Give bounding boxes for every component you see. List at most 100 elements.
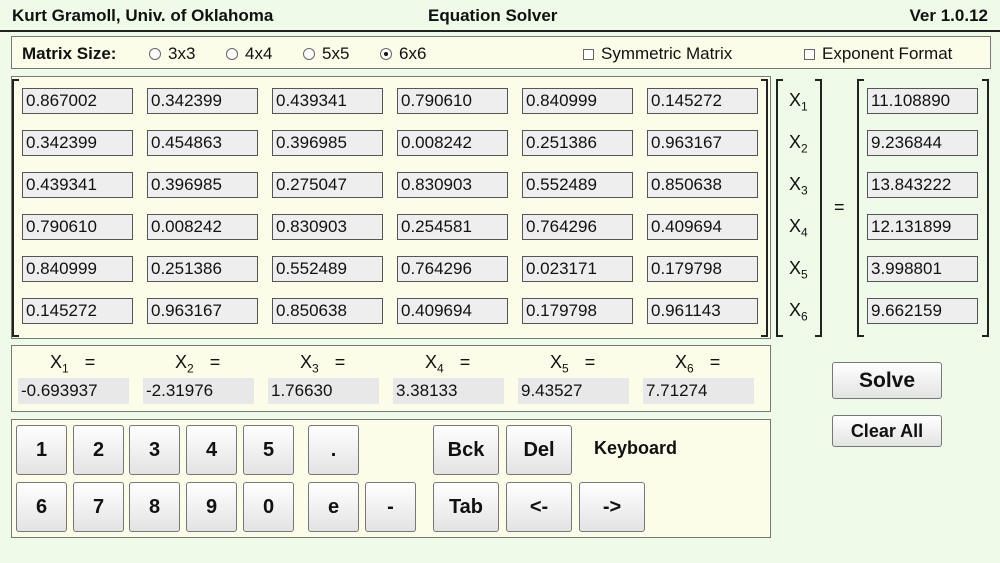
delete-key[interactable]: Del bbox=[506, 425, 572, 475]
matrix-cell[interactable]: 0.251386 bbox=[147, 256, 258, 282]
matrix-cell[interactable]: 0.790610 bbox=[397, 88, 508, 114]
matrix-cell[interactable]: 0.396985 bbox=[272, 130, 383, 156]
matrix-cell[interactable]: 0.850638 bbox=[647, 172, 758, 198]
key-5[interactable]: 5 bbox=[243, 425, 294, 475]
checkbox-icon[interactable] bbox=[804, 48, 815, 60]
variable-symbol: X bbox=[425, 352, 438, 372]
solution-label: X1 = bbox=[50, 352, 95, 376]
key-1[interactable]: 1 bbox=[16, 425, 67, 475]
matrix-cell[interactable]: 0.439341 bbox=[272, 88, 383, 114]
matrix-cell[interactable]: 0.439341 bbox=[22, 172, 133, 198]
matrix-cell[interactable]: 0.552489 bbox=[272, 256, 383, 282]
keyboard-label: Keyboard bbox=[594, 438, 678, 458]
symmetric-matrix-checkbox[interactable]: Symmetric Matrix bbox=[583, 44, 732, 64]
matrix-cell[interactable]: 0.145272 bbox=[647, 88, 758, 114]
key-9[interactable]: 9 bbox=[186, 482, 237, 532]
matrix-cell[interactable]: 0.867002 bbox=[22, 88, 133, 114]
matrix-cell[interactable]: 0.342399 bbox=[147, 88, 258, 114]
equals-sign: = bbox=[709, 352, 721, 372]
variable-symbol: X bbox=[789, 132, 802, 152]
solve-button[interactable]: Solve bbox=[832, 362, 942, 399]
rhs-cell[interactable]: 9.662159 bbox=[867, 298, 978, 324]
key-7[interactable]: 7 bbox=[73, 482, 124, 532]
matrix-cell[interactable]: 0.830903 bbox=[272, 214, 383, 240]
key-0[interactable]: 0 bbox=[243, 482, 294, 532]
size-option-label: 3x3 bbox=[168, 44, 196, 63]
rhs-cell[interactable]: 12.131899 bbox=[867, 214, 978, 240]
size-option-4x4[interactable]: 4x4 bbox=[226, 44, 272, 64]
solution-label: X3 = bbox=[300, 352, 345, 376]
matrix-cell[interactable]: 0.409694 bbox=[397, 298, 508, 324]
key-2[interactable]: 2 bbox=[73, 425, 124, 475]
matrix-cell[interactable]: 0.840999 bbox=[522, 88, 633, 114]
equals-sign: = bbox=[84, 352, 96, 372]
matrix-cell[interactable]: 0.179798 bbox=[647, 256, 758, 282]
variable-symbol: X bbox=[789, 216, 802, 236]
key-8[interactable]: 8 bbox=[129, 482, 180, 532]
matrix-cell[interactable]: 0.764296 bbox=[522, 214, 633, 240]
rhs-cell[interactable]: 9.236844 bbox=[867, 130, 978, 156]
key-minus[interactable]: - bbox=[365, 482, 416, 532]
rhs-cell[interactable]: 13.843222 bbox=[867, 172, 978, 198]
matrix-cell[interactable]: 0.454863 bbox=[147, 130, 258, 156]
rhs-cell[interactable]: 3.998801 bbox=[867, 256, 978, 282]
left-arrow-key[interactable]: <- bbox=[506, 482, 572, 532]
variable-index: 4 bbox=[437, 361, 444, 376]
variable-index: 1 bbox=[62, 361, 69, 376]
matrix-cell[interactable]: 0.963167 bbox=[147, 298, 258, 324]
variable-index: 5 bbox=[562, 361, 569, 376]
solution-value: 7.71274 bbox=[643, 378, 754, 404]
exponent-format-checkbox[interactable]: Exponent Format bbox=[804, 44, 952, 64]
variable-label: X5 bbox=[789, 258, 808, 282]
matrix-cell[interactable]: 0.790610 bbox=[22, 214, 133, 240]
checkbox-icon[interactable] bbox=[583, 48, 594, 60]
matrix-cell[interactable]: 0.251386 bbox=[522, 130, 633, 156]
matrix-cell[interactable]: 0.396985 bbox=[147, 172, 258, 198]
matrix-cell[interactable]: 0.961143 bbox=[647, 298, 758, 324]
size-option-5x5[interactable]: 5x5 bbox=[303, 44, 349, 64]
radio-icon[interactable] bbox=[303, 48, 315, 60]
radio-selected-icon[interactable] bbox=[380, 48, 392, 60]
matrix-cell[interactable]: 0.552489 bbox=[522, 172, 633, 198]
right-arrow-key[interactable]: -> bbox=[579, 482, 645, 532]
variable-symbol: X bbox=[300, 352, 313, 372]
matrix-cell[interactable]: 0.254581 bbox=[397, 214, 508, 240]
matrix-cell[interactable]: 0.008242 bbox=[397, 130, 508, 156]
variable-label: X3 bbox=[789, 174, 808, 198]
rhs-bracket-right bbox=[982, 79, 989, 337]
variable-index: 2 bbox=[187, 361, 194, 376]
size-option-6x6[interactable]: 6x6 bbox=[380, 44, 426, 64]
radio-icon[interactable] bbox=[149, 48, 161, 60]
tab-key[interactable]: Tab bbox=[433, 482, 499, 532]
matrix-cell[interactable]: 0.850638 bbox=[272, 298, 383, 324]
matrix-cell[interactable]: 0.179798 bbox=[522, 298, 633, 324]
variable-index: 1 bbox=[801, 99, 808, 114]
matrix-bracket-right bbox=[761, 79, 768, 337]
key-dot[interactable]: . bbox=[308, 425, 359, 475]
variable-symbol: X bbox=[789, 258, 802, 278]
solution-value: -2.31976 bbox=[143, 378, 254, 404]
clear-all-button[interactable]: Clear All bbox=[832, 415, 942, 447]
rhs-cell[interactable]: 11.108890 bbox=[867, 88, 978, 114]
key-6[interactable]: 6 bbox=[16, 482, 67, 532]
matrix-cell[interactable]: 0.023171 bbox=[522, 256, 633, 282]
backspace-key[interactable]: Bck bbox=[433, 425, 499, 475]
radio-icon[interactable] bbox=[226, 48, 238, 60]
vector-bracket-right bbox=[815, 79, 822, 337]
variable-index: 5 bbox=[801, 267, 808, 282]
matrix-cell[interactable]: 0.840999 bbox=[22, 256, 133, 282]
matrix-cell[interactable]: 0.764296 bbox=[397, 256, 508, 282]
matrix-cell[interactable]: 0.275047 bbox=[272, 172, 383, 198]
matrix-cell[interactable]: 0.342399 bbox=[22, 130, 133, 156]
key-e[interactable]: e bbox=[308, 482, 359, 532]
key-3[interactable]: 3 bbox=[129, 425, 180, 475]
matrix-cell[interactable]: 0.008242 bbox=[147, 214, 258, 240]
solution-value: 3.38133 bbox=[393, 378, 504, 404]
size-option-3x3[interactable]: 3x3 bbox=[149, 44, 195, 64]
matrix-cell[interactable]: 0.963167 bbox=[647, 130, 758, 156]
matrix-cell[interactable]: 0.145272 bbox=[22, 298, 133, 324]
solution-label: X6 = bbox=[675, 352, 720, 376]
matrix-cell[interactable]: 0.409694 bbox=[647, 214, 758, 240]
matrix-cell[interactable]: 0.830903 bbox=[397, 172, 508, 198]
key-4[interactable]: 4 bbox=[186, 425, 237, 475]
